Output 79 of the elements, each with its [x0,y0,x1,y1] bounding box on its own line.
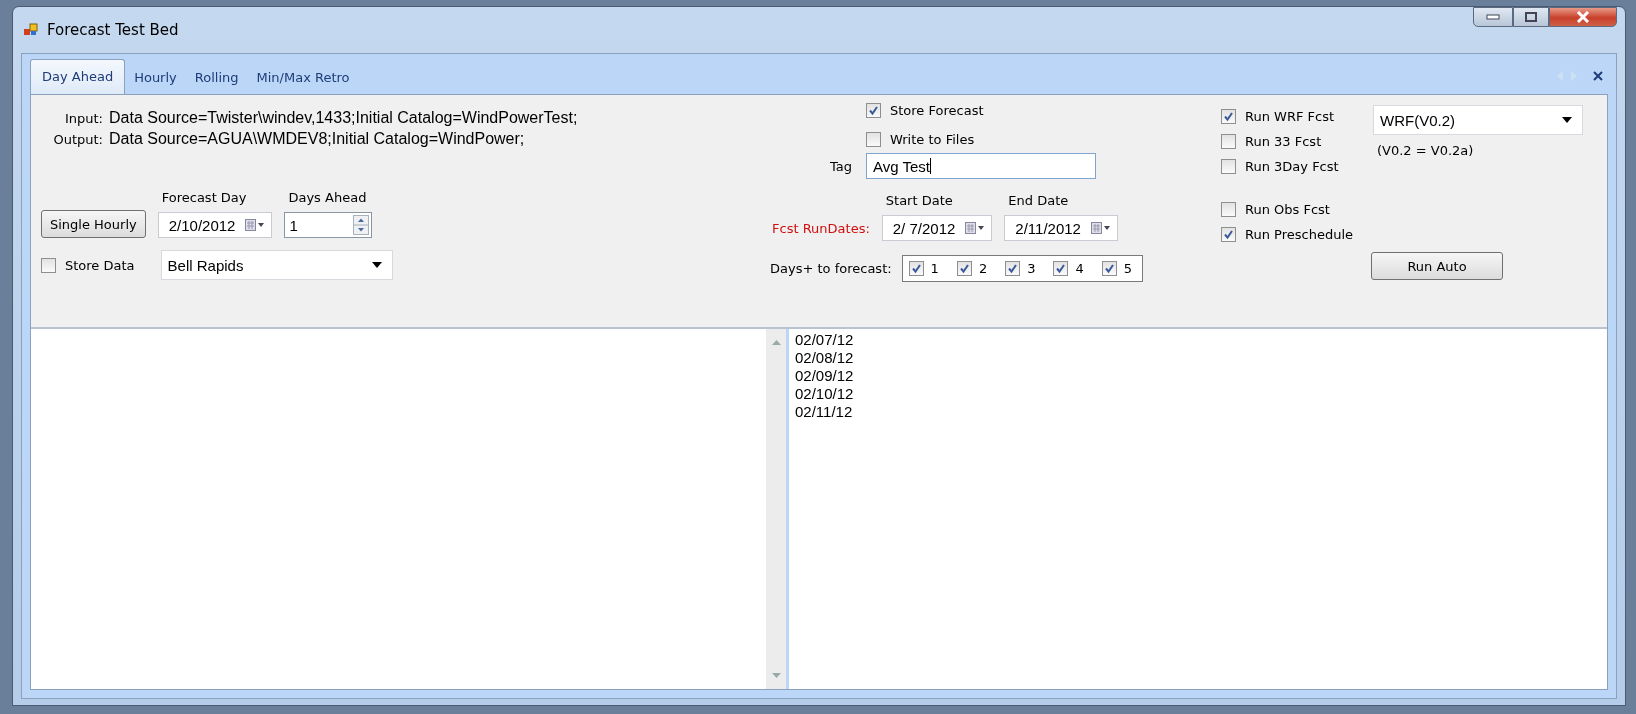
checkbox-label: Run Preschedule [1245,227,1353,242]
calendar-dropdown-icon[interactable] [245,219,266,231]
model-note: (V0.2 = V0.2a) [1376,143,1475,158]
connection-label: Output: [52,132,103,147]
site-dropdown[interactable]: Bell Rapids [160,250,393,280]
output-line: 02/10/12 [795,385,855,403]
checkbox-label: Store Data [65,257,135,273]
field-label: End Date [1007,193,1070,208]
checkmark-icon [1007,263,1019,274]
checkbox-label: Run 3Day Fcst [1245,159,1339,174]
output-line: 02/08/12 [795,349,855,367]
minimize-icon [1486,14,1500,20]
minimize-button[interactable] [1473,7,1513,27]
checkbox-label: Run WRF Fcst [1245,109,1335,124]
checkmark-icon [1103,263,1115,274]
checkmark-icon [1055,263,1067,274]
checkbox-label: Run 33 Fcst [1245,134,1322,149]
app-icon [23,22,39,38]
spinner-arrows-icon[interactable] [353,215,370,235]
checkbox[interactable] [1101,261,1117,276]
checkbox-label: Run Obs Fcst [1245,202,1330,217]
field-label: Start Date [884,193,954,208]
maximize-button[interactable] [1513,7,1549,27]
close-icon [1575,11,1591,23]
calendar-dropdown-icon[interactable] [1090,222,1111,234]
checkbox-label: 2 [978,261,988,276]
connection-label: Input: [63,111,103,126]
checkbox[interactable] [908,261,924,276]
output-line: 02/07/12 [795,331,855,349]
checkbox[interactable] [956,261,972,276]
checkbox-label: Store Forecast [890,103,984,118]
checkmark-icon [1223,229,1234,240]
checkbox[interactable] [1221,159,1236,174]
checkbox[interactable] [866,132,881,147]
checkbox[interactable] [1221,134,1236,149]
days-ahead-spinner[interactable]: 1 [284,212,373,238]
checkbox[interactable] [866,103,881,118]
tab[interactable]: Min/Max Retro [247,62,359,94]
tab[interactable]: Day Ahead [30,59,126,94]
checkmark-icon [1223,111,1234,122]
checkbox[interactable] [1005,261,1021,276]
checkbox-label: 3 [1027,261,1036,276]
end-date-picker[interactable]: 2/11/2012 [1004,215,1118,241]
output-line: 02/09/12 [795,367,855,385]
checkmark-icon [910,263,922,274]
output-line: 02/11/12 [795,403,854,421]
checkmark-icon [868,105,879,116]
checkbox-label: 4 [1075,261,1084,276]
field-label: Forecast Day [160,190,248,205]
tag-field[interactable]: Avg Test [866,153,1096,179]
model-dropdown[interactable]: WRF(V0.2) [1373,105,1583,135]
start-date-picker[interactable]: 2/ 7/2012 [881,215,993,241]
single-hourly-button[interactable]: Single Hourly [41,210,146,238]
calendar-dropdown-icon[interactable] [965,222,986,234]
close-button[interactable] [1549,7,1617,27]
window-title: Forecast Test Bed [47,21,179,39]
checkbox-label: 1 [930,261,939,276]
maximize-icon [1525,12,1537,22]
caret-icon [1562,117,1572,123]
run-dates-label: Fcst RunDates: [772,221,870,238]
checkbox-label: Write to Files [890,132,975,147]
checkmark-icon [958,263,970,274]
tag-label: Tag [829,158,852,174]
checkbox[interactable] [1221,227,1236,242]
caret-icon [371,262,382,268]
checkbox-label: 5 [1123,261,1132,276]
forecast-day-picker[interactable]: 2/10/2012 [157,212,273,238]
tab[interactable]: Hourly [125,62,186,94]
connection-string: Data Source=Twister\windev,1433;Initial Catalog=WindPowerTest; [109,109,578,127]
days-to-forecast-label: Days+ to forecast: [769,261,892,276]
run-auto-button[interactable]: Run Auto [1371,252,1503,280]
connection-string: Data Source=AGUA\WMDEV8;Initial Catalog=WindPower; [109,130,525,148]
tab[interactable]: Rolling [185,62,248,94]
checkbox[interactable] [1221,202,1236,217]
checkbox[interactable] [1053,261,1069,276]
field-label: Days Ahead [287,190,368,205]
close-tab-icon[interactable] [1592,70,1604,82]
checkbox[interactable] [41,257,56,273]
checkbox[interactable] [1221,109,1236,124]
